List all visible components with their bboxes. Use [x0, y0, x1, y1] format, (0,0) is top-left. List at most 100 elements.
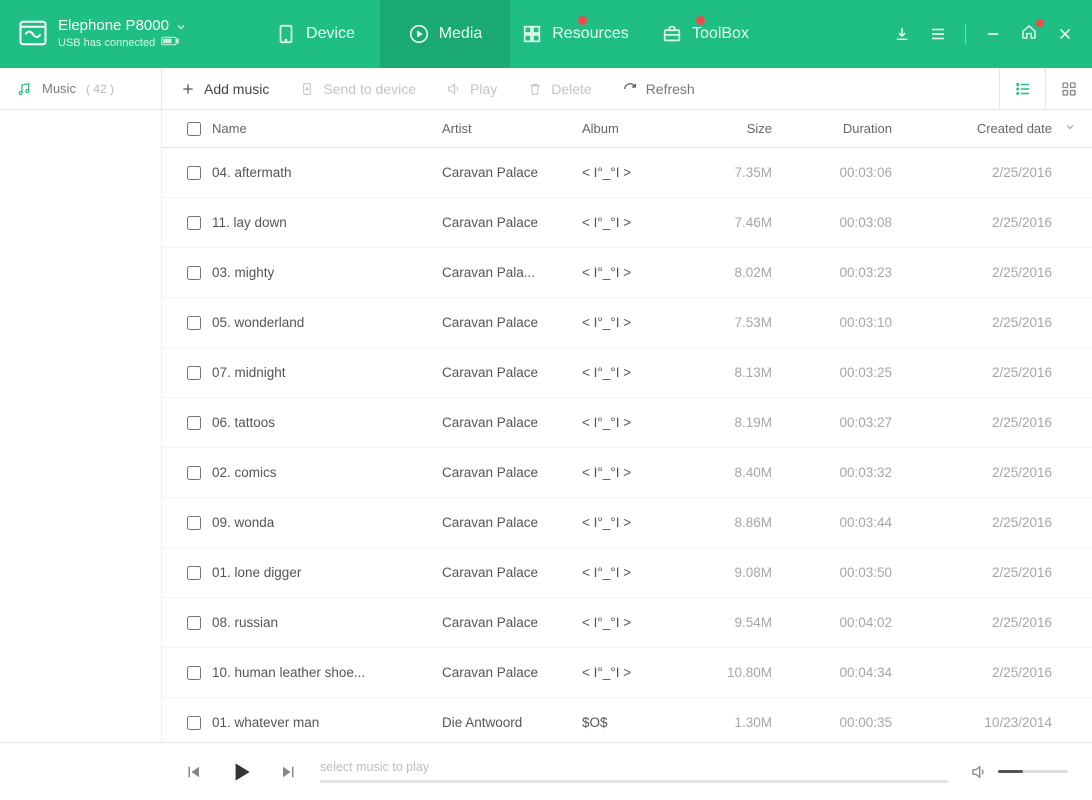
cell-name: 09. wonda — [212, 515, 442, 530]
volume-icon[interactable] — [970, 763, 988, 781]
chevron-down-icon[interactable] — [175, 21, 187, 33]
table-row[interactable]: 07. midnightCaravan Palace< I°_°I >8.13M… — [162, 348, 1092, 398]
col-name[interactable]: Name — [212, 121, 442, 136]
row-checkbox[interactable] — [187, 316, 201, 330]
device-name: Elephone P8000 — [58, 17, 169, 36]
cell-artist: Caravan Palace — [442, 615, 582, 630]
view-grid-button[interactable] — [1046, 68, 1092, 110]
view-list-button[interactable] — [1000, 68, 1046, 110]
cell-name: 02. comics — [212, 465, 442, 480]
row-checkbox[interactable] — [187, 266, 201, 280]
table-row[interactable]: 11. lay downCaravan Palace< I°_°I >7.46M… — [162, 198, 1092, 248]
top-bar: Elephone P8000 USB has connected Device … — [0, 0, 1092, 68]
home-button[interactable] — [1020, 23, 1038, 46]
cell-duration: 00:03:27 — [802, 415, 912, 430]
cell-duration: 00:03:23 — [802, 265, 912, 280]
table-row[interactable]: 04. aftermathCaravan Palace< I°_°I >7.35… — [162, 148, 1092, 198]
nav-label-resources: Resources — [552, 25, 628, 43]
menu-icon[interactable] — [929, 25, 947, 43]
row-checkbox[interactable] — [187, 716, 201, 730]
row-checkbox[interactable] — [187, 666, 201, 680]
cell-artist: Caravan Palace — [442, 415, 582, 430]
table-row[interactable]: 09. wondaCaravan Palace< I°_°I >8.86M00:… — [162, 498, 1092, 548]
cell-size: 8.19M — [702, 415, 802, 430]
cell-size: 8.13M — [702, 365, 802, 380]
cell-duration: 00:04:02 — [802, 615, 912, 630]
table-row[interactable]: 03. mightyCaravan Pala...< I°_°I >8.02M0… — [162, 248, 1092, 298]
table-row[interactable]: 01. lone diggerCaravan Palace< I°_°I >9.… — [162, 548, 1092, 598]
cell-album: < I°_°I > — [582, 315, 702, 330]
nav-tab-device[interactable]: Device — [250, 0, 380, 68]
nav-tab-toolbox[interactable]: ToolBox — [640, 0, 770, 68]
cell-album: < I°_°I > — [582, 665, 702, 680]
home-icon — [1020, 23, 1038, 41]
cell-album: < I°_°I > — [582, 615, 702, 630]
list-icon — [1014, 80, 1032, 98]
player-prev-button[interactable] — [184, 763, 202, 781]
sidebar-item-music[interactable]: Music ( 42 ) — [0, 68, 162, 109]
send-to-device-button[interactable]: Send to device — [299, 81, 416, 97]
cell-date: 2/25/2016 — [912, 615, 1052, 630]
sidebar-spacer — [0, 110, 162, 742]
player-progress[interactable] — [320, 780, 948, 783]
cell-name: 01. whatever man — [212, 715, 442, 730]
cell-duration: 00:03:08 — [802, 215, 912, 230]
app-logo-icon — [18, 18, 48, 51]
main-nav: Device Media Resources ToolBox — [250, 0, 770, 68]
player-track-label: select music to play — [320, 760, 948, 774]
cell-artist: Caravan Palace — [442, 515, 582, 530]
row-checkbox[interactable] — [187, 366, 201, 380]
grid-icon — [521, 23, 543, 45]
volume-slider[interactable] — [998, 770, 1068, 773]
col-size[interactable]: Size — [702, 121, 802, 136]
cell-artist: Caravan Palace — [442, 365, 582, 380]
main-area: Name Artist Album Size Duration Created … — [0, 110, 1092, 742]
table-row[interactable]: 10. human leather shoe...Caravan Palace<… — [162, 648, 1092, 698]
grid-small-icon — [1060, 80, 1078, 98]
play-label: Play — [470, 81, 497, 97]
device-block[interactable]: Elephone P8000 USB has connected — [0, 0, 250, 68]
toolbox-icon — [661, 23, 683, 45]
row-checkbox[interactable] — [187, 466, 201, 480]
row-checkbox[interactable] — [187, 166, 201, 180]
table-row[interactable]: 08. russianCaravan Palace< I°_°I >9.54M0… — [162, 598, 1092, 648]
col-duration[interactable]: Duration — [802, 121, 912, 136]
delete-button[interactable]: Delete — [527, 81, 591, 97]
cell-duration: 00:03:25 — [802, 365, 912, 380]
close-icon[interactable] — [1056, 25, 1074, 43]
table-row[interactable]: 05. wonderlandCaravan Palace< I°_°I >7.5… — [162, 298, 1092, 348]
add-music-label: Add music — [204, 81, 269, 97]
col-created[interactable]: Created date — [912, 121, 1052, 136]
cell-duration: 00:03:50 — [802, 565, 912, 580]
trash-icon — [527, 81, 543, 97]
row-checkbox[interactable] — [187, 516, 201, 530]
add-music-button[interactable]: Add music — [180, 81, 269, 97]
cell-size: 1.30M — [702, 715, 802, 730]
nav-tab-media[interactable]: Media — [380, 0, 510, 68]
refresh-button[interactable]: Refresh — [622, 81, 695, 97]
row-checkbox[interactable] — [187, 566, 201, 580]
cell-artist: Caravan Palace — [442, 165, 582, 180]
select-all-checkbox[interactable] — [187, 122, 201, 136]
cell-album: $O$ — [582, 715, 702, 730]
cell-size: 10.80M — [702, 665, 802, 680]
play-button[interactable]: Play — [446, 81, 497, 97]
column-menu-icon[interactable] — [1052, 121, 1076, 136]
cell-size: 8.40M — [702, 465, 802, 480]
download-icon[interactable] — [893, 25, 911, 43]
row-checkbox[interactable] — [187, 616, 201, 630]
row-checkbox[interactable] — [187, 216, 201, 230]
table-row[interactable]: 01. whatever manDie Antwoord$O$1.30M00:0… — [162, 698, 1092, 742]
player-track[interactable]: select music to play — [320, 760, 948, 783]
nav-tab-resources[interactable]: Resources — [510, 0, 640, 68]
table-row[interactable]: 06. tattoosCaravan Palace< I°_°I >8.19M0… — [162, 398, 1092, 448]
col-album[interactable]: Album — [582, 121, 702, 136]
player-next-button[interactable] — [280, 763, 298, 781]
table-row[interactable]: 02. comicsCaravan Palace< I°_°I >8.40M00… — [162, 448, 1092, 498]
col-artist[interactable]: Artist — [442, 121, 582, 136]
row-checkbox[interactable] — [187, 416, 201, 430]
battery-icon — [161, 36, 179, 51]
player-play-button[interactable] — [228, 759, 254, 785]
music-note-icon — [16, 81, 32, 97]
minimize-icon[interactable] — [984, 25, 1002, 43]
